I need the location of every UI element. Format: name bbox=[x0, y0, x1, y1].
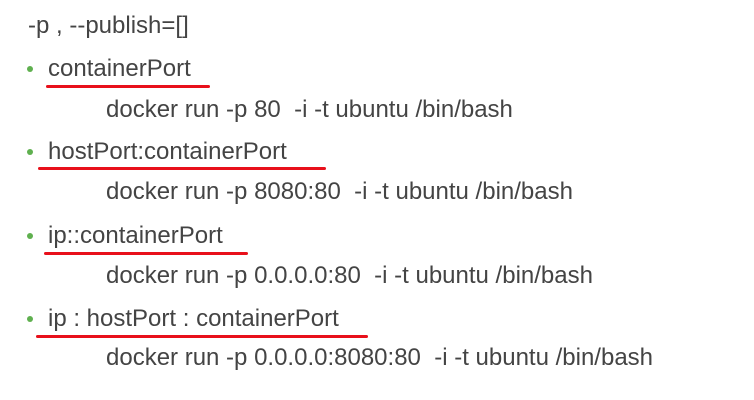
list-item: ip::containerPort bbox=[0, 219, 754, 259]
port-format-term: hostPort:containerPort bbox=[48, 138, 287, 165]
red-underline bbox=[44, 252, 248, 255]
example-command: docker run -p 0.0.0.0:8080:80 -i -t ubun… bbox=[106, 344, 654, 371]
list-item: containerPort bbox=[0, 52, 754, 92]
slide: -p , --publish=[] containerPort docker r… bbox=[0, 0, 754, 400]
bullet-dot-icon bbox=[27, 149, 33, 155]
example-command: docker run -p 80 -i -t ubuntu /bin/bash bbox=[106, 96, 513, 123]
list-item: hostPort:containerPort bbox=[0, 135, 754, 175]
port-format-term: containerPort bbox=[48, 55, 191, 82]
red-underline bbox=[36, 335, 368, 338]
example-command: docker run -p 0.0.0.0:80 -i -t ubuntu /b… bbox=[106, 262, 593, 289]
red-underline bbox=[46, 85, 210, 88]
port-format-term: ip::containerPort bbox=[48, 222, 223, 249]
bullet-dot-icon bbox=[27, 66, 33, 72]
example-command: docker run -p 8080:80 -i -t ubuntu /bin/… bbox=[106, 178, 573, 205]
option-title: -p , --publish=[] bbox=[28, 12, 189, 39]
bullet-dot-icon bbox=[27, 316, 33, 322]
list-item: ip : hostPort : containerPort bbox=[0, 302, 754, 342]
red-underline bbox=[38, 167, 326, 170]
port-format-term: ip : hostPort : containerPort bbox=[48, 305, 339, 332]
bullet-dot-icon bbox=[27, 233, 33, 239]
